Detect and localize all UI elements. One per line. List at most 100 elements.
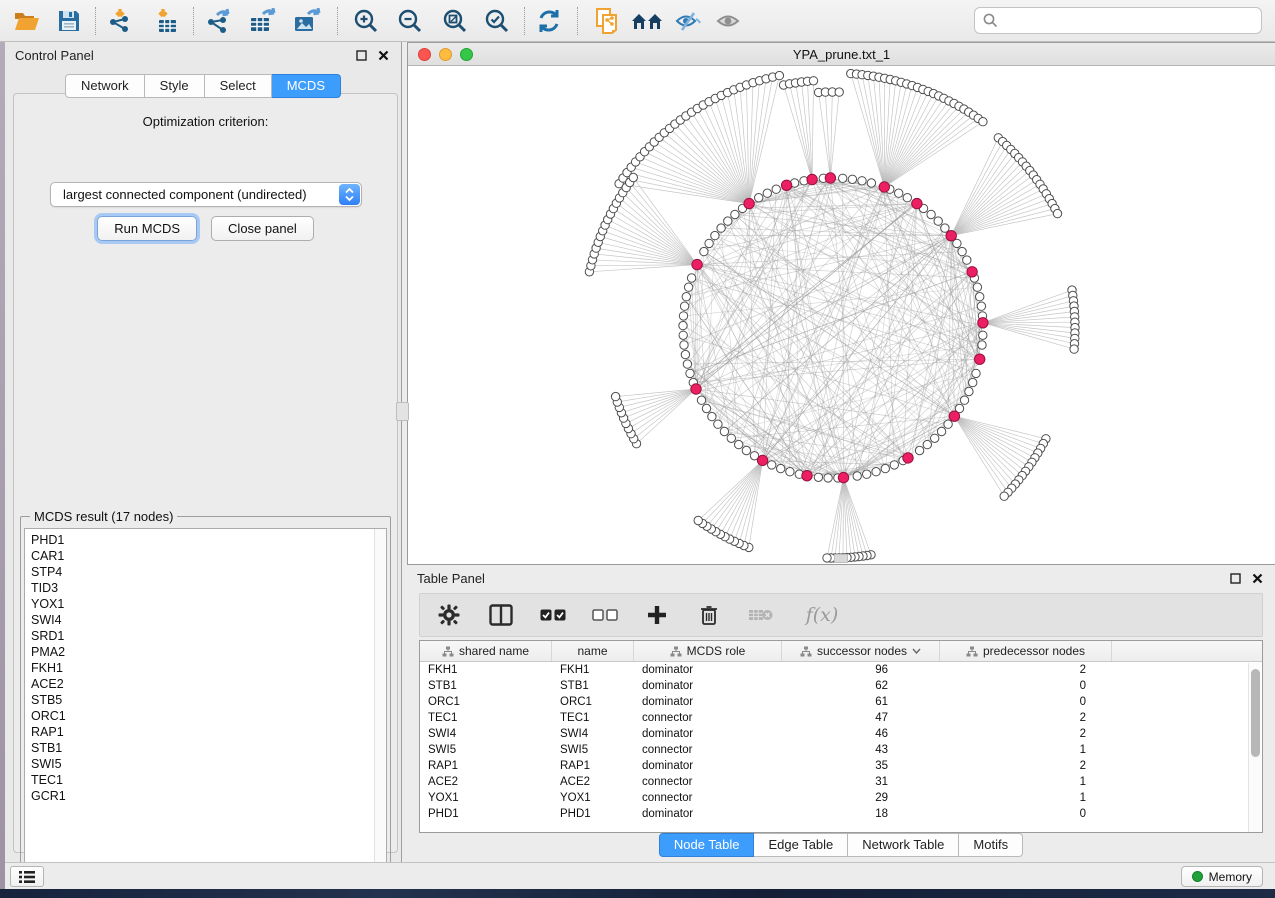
close-panel-button[interactable]: Close panel bbox=[211, 216, 314, 241]
cell-successor-nodes[interactable]: 96 bbox=[782, 664, 940, 676]
table-scrollbar[interactable] bbox=[1248, 663, 1261, 833]
cell-successor-nodes[interactable]: 43 bbox=[782, 744, 940, 756]
delete-table-button[interactable] bbox=[748, 602, 774, 628]
cell-predecessor-nodes[interactable]: 2 bbox=[940, 664, 1112, 676]
open-file-button[interactable] bbox=[8, 4, 46, 38]
cell-mcds-role[interactable]: dominator bbox=[634, 680, 782, 692]
run-mcds-button[interactable]: Run MCDS bbox=[97, 216, 197, 241]
cell-mcds-role[interactable]: connector bbox=[634, 744, 782, 756]
mcds-result-item[interactable]: STB5 bbox=[31, 692, 386, 708]
cell-predecessor-nodes[interactable]: 2 bbox=[940, 712, 1112, 724]
mcds-result-item[interactable]: TID3 bbox=[31, 580, 386, 596]
cell-predecessor-nodes[interactable]: 0 bbox=[940, 696, 1112, 708]
mcds-result-item[interactable]: STB1 bbox=[31, 740, 386, 756]
cell-shared-name[interactable]: FKH1 bbox=[420, 664, 552, 676]
cell-name[interactable]: SWI4 bbox=[552, 728, 634, 740]
delete-column-button[interactable] bbox=[696, 602, 722, 628]
vertical-splitter-handle[interactable] bbox=[396, 402, 409, 421]
column-header-mcds-role[interactable]: MCDS role bbox=[634, 641, 782, 661]
mcds-result-item[interactable]: PHD1 bbox=[31, 532, 386, 548]
column-view-button[interactable] bbox=[488, 602, 514, 628]
mcds-result-item[interactable]: CAR1 bbox=[31, 548, 386, 564]
import-network-button[interactable] bbox=[101, 4, 139, 38]
cell-successor-nodes[interactable]: 35 bbox=[782, 760, 940, 772]
window-close-icon[interactable] bbox=[418, 48, 431, 61]
zoom-selected-button[interactable] bbox=[478, 4, 516, 38]
mcds-result-list[interactable]: PHD1CAR1STP4TID3YOX1SWI4SRD1PMA2FKH1ACE2… bbox=[24, 528, 387, 880]
mcds-result-item[interactable]: SWI4 bbox=[31, 612, 386, 628]
mcds-result-item[interactable]: RAP1 bbox=[31, 724, 386, 740]
cell-predecessor-nodes[interactable]: 2 bbox=[940, 760, 1112, 772]
cell-name[interactable]: RAP1 bbox=[552, 760, 634, 772]
memory-button[interactable]: Memory bbox=[1181, 866, 1263, 887]
cell-name[interactable]: TEC1 bbox=[552, 712, 634, 724]
cell-mcds-role[interactable]: dominator bbox=[634, 728, 782, 740]
cell-name[interactable]: ACE2 bbox=[552, 776, 634, 788]
table-row[interactable]: YOX1YOX1connector291 bbox=[420, 790, 1262, 806]
mcds-result-item[interactable]: STP4 bbox=[31, 564, 386, 580]
mcds-result-item[interactable]: ORC1 bbox=[31, 708, 386, 724]
table-row[interactable]: ACE2ACE2connector311 bbox=[420, 774, 1262, 790]
window-minimize-icon[interactable] bbox=[439, 48, 452, 61]
cell-mcds-role[interactable]: dominator bbox=[634, 808, 782, 820]
table-row[interactable]: STB1STB1dominator620 bbox=[420, 678, 1262, 694]
network-canvas[interactable] bbox=[408, 66, 1274, 563]
cell-name[interactable]: ORC1 bbox=[552, 696, 634, 708]
mcds-result-item[interactable]: TEC1 bbox=[31, 772, 386, 788]
tab-mcds[interactable]: MCDS bbox=[272, 74, 341, 98]
mcds-result-item[interactable]: PMA2 bbox=[31, 644, 386, 660]
cell-name[interactable]: YOX1 bbox=[552, 792, 634, 804]
table-row[interactable]: TEC1TEC1connector472 bbox=[420, 710, 1262, 726]
cell-predecessor-nodes[interactable]: 0 bbox=[940, 680, 1112, 692]
table-tab-edge-table[interactable]: Edge Table bbox=[754, 833, 848, 857]
deselect-all-button[interactable] bbox=[592, 602, 618, 628]
cell-predecessor-nodes[interactable]: 1 bbox=[940, 792, 1112, 804]
cell-shared-name[interactable]: ORC1 bbox=[420, 696, 552, 708]
show-all-button[interactable] bbox=[709, 4, 747, 38]
cell-successor-nodes[interactable]: 46 bbox=[782, 728, 940, 740]
column-header-shared-name[interactable]: shared name bbox=[420, 641, 552, 661]
cell-mcds-role[interactable]: connector bbox=[634, 712, 782, 724]
cell-mcds-role[interactable]: dominator bbox=[634, 664, 782, 676]
cell-name[interactable]: PHD1 bbox=[552, 808, 634, 820]
close-panel-icon[interactable] bbox=[375, 47, 391, 63]
save-session-button[interactable] bbox=[50, 4, 88, 38]
tab-select[interactable]: Select bbox=[205, 74, 272, 98]
new-network-from-selection-button[interactable] bbox=[588, 4, 626, 38]
cell-predecessor-nodes[interactable]: 1 bbox=[940, 744, 1112, 756]
cell-predecessor-nodes[interactable]: 1 bbox=[940, 776, 1112, 788]
column-header-successor-nodes[interactable]: successor nodes bbox=[782, 641, 940, 661]
cell-successor-nodes[interactable]: 18 bbox=[782, 808, 940, 820]
cell-successor-nodes[interactable]: 47 bbox=[782, 712, 940, 724]
select-all-button[interactable] bbox=[540, 602, 566, 628]
table-row[interactable]: ORC1ORC1dominator610 bbox=[420, 694, 1262, 710]
cell-mcds-role[interactable]: connector bbox=[634, 776, 782, 788]
zoom-out-button[interactable] bbox=[391, 4, 429, 38]
window-maximize-icon[interactable] bbox=[460, 48, 473, 61]
cell-mcds-role[interactable]: dominator bbox=[634, 696, 782, 708]
tab-network[interactable]: Network bbox=[65, 74, 145, 98]
float-panel-icon[interactable] bbox=[1227, 570, 1243, 586]
cell-shared-name[interactable]: SWI5 bbox=[420, 744, 552, 756]
optimization-criterion-select[interactable]: largest connected component (undirected) bbox=[50, 182, 362, 207]
refresh-layout-button[interactable] bbox=[530, 4, 568, 38]
zoom-fit-button[interactable] bbox=[436, 4, 474, 38]
cell-shared-name[interactable]: SWI4 bbox=[420, 728, 552, 740]
hide-selected-button[interactable] bbox=[669, 4, 707, 38]
cell-successor-nodes[interactable]: 61 bbox=[782, 696, 940, 708]
mcds-result-item[interactable]: ACE2 bbox=[31, 676, 386, 692]
table-row[interactable]: RAP1RAP1dominator352 bbox=[420, 758, 1262, 774]
cell-shared-name[interactable]: PHD1 bbox=[420, 808, 552, 820]
search-input[interactable] bbox=[1004, 13, 1253, 28]
table-settings-button[interactable] bbox=[436, 602, 462, 628]
table-tab-motifs[interactable]: Motifs bbox=[959, 833, 1023, 857]
network-window-titlebar[interactable]: YPA_prune.txt_1 bbox=[408, 43, 1275, 66]
cell-shared-name[interactable]: YOX1 bbox=[420, 792, 552, 804]
mcds-list-scrollbar[interactable] bbox=[374, 529, 386, 879]
cell-predecessor-nodes[interactable]: 0 bbox=[940, 808, 1112, 820]
table-row[interactable]: SWI5SWI5connector431 bbox=[420, 742, 1262, 758]
cell-shared-name[interactable]: TEC1 bbox=[420, 712, 552, 724]
mcds-result-item[interactable]: SRD1 bbox=[31, 628, 386, 644]
cell-mcds-role[interactable]: dominator bbox=[634, 760, 782, 772]
export-table-button[interactable] bbox=[244, 4, 282, 38]
